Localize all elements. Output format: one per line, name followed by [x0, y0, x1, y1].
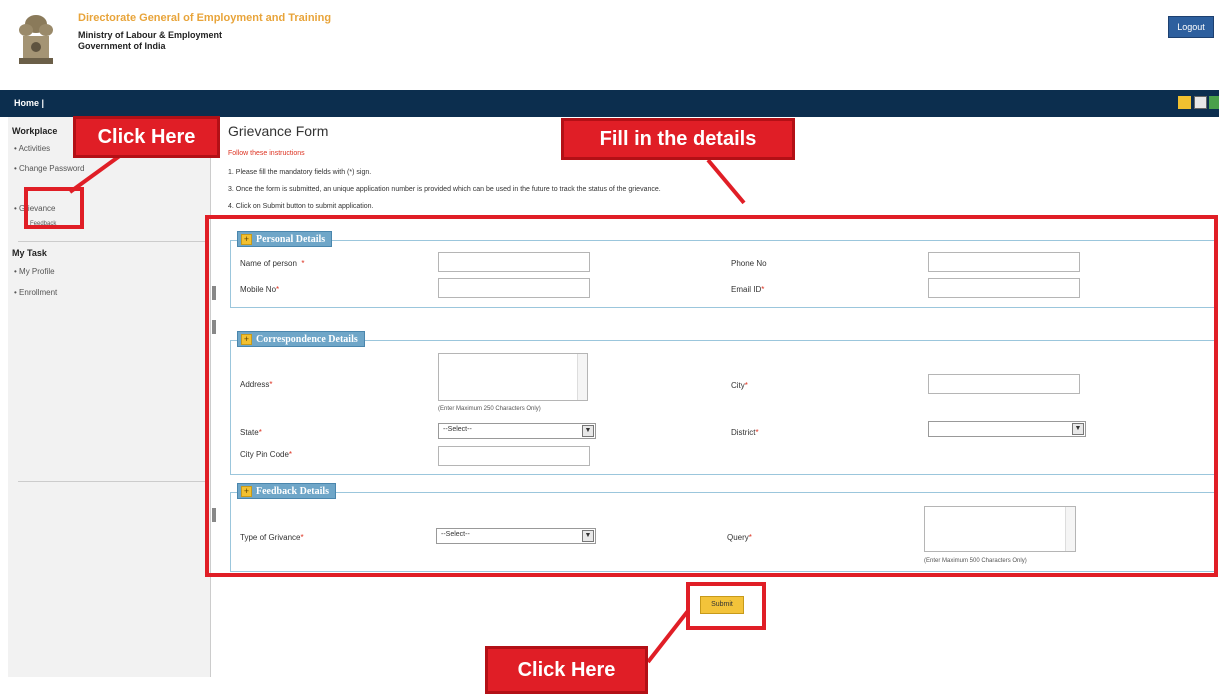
- national-emblem-icon: [14, 10, 58, 72]
- theme-yellow-icon[interactable]: [1178, 96, 1191, 109]
- grievance-highlight: [24, 187, 84, 229]
- top-nav-bar: Home |: [0, 90, 1219, 117]
- sidebar-item-enrollment[interactable]: • Enrollment: [14, 288, 57, 297]
- ministry-name: Ministry of Labour & Employment Governme…: [78, 30, 222, 52]
- sidebar-mytask-heading: My Task: [12, 248, 47, 258]
- fill-details-annotation: Fill in the details: [561, 118, 795, 160]
- nav-home-link[interactable]: Home |: [14, 98, 44, 108]
- click-here-annotation-bottom: Click Here: [485, 646, 648, 694]
- sidebar-item-label: Activities: [18, 144, 51, 153]
- callout-pointer: [646, 610, 689, 664]
- sidebar-item-my-profile[interactable]: • My Profile: [14, 267, 55, 276]
- sidebar-item-label: Change Password: [19, 164, 85, 173]
- sidebar-divider: [18, 481, 208, 482]
- submit-highlight: [686, 582, 766, 630]
- instruction-line: 4. Click on Submit button to submit appl…: [228, 203, 374, 210]
- click-here-annotation-top: Click Here: [73, 116, 220, 158]
- ministry-line-2: Government of India: [78, 41, 166, 51]
- sidebar-workplace-heading: Workplace: [12, 126, 58, 136]
- page-header: Directorate General of Employment and Tr…: [0, 0, 1219, 90]
- logout-button[interactable]: Logout: [1168, 16, 1214, 38]
- sidebar-item-label: My Profile: [19, 267, 55, 276]
- instructions-heading: Follow these instructions: [228, 150, 305, 157]
- sidebar-item-change-password[interactable]: • Change Password: [14, 164, 84, 173]
- fill-details-highlight: [205, 215, 1218, 577]
- instruction-line: 1. Please fill the mandatory fields with…: [228, 169, 372, 176]
- page-title: Grievance Form: [228, 123, 329, 139]
- theme-green-icon[interactable]: [1209, 96, 1219, 109]
- theme-white-icon[interactable]: [1194, 96, 1207, 109]
- sidebar-item-label: Enrollment: [19, 288, 58, 297]
- callout-pointer: [706, 158, 746, 205]
- ministry-line-1: Ministry of Labour & Employment: [78, 30, 223, 40]
- sidebar-item-activities[interactable]: • Activities: [14, 144, 50, 153]
- instruction-line: 3. Once the form is submitted, an unique…: [228, 186, 661, 193]
- sidebar-divider: [18, 241, 208, 242]
- org-title: Directorate General of Employment and Tr…: [78, 12, 332, 24]
